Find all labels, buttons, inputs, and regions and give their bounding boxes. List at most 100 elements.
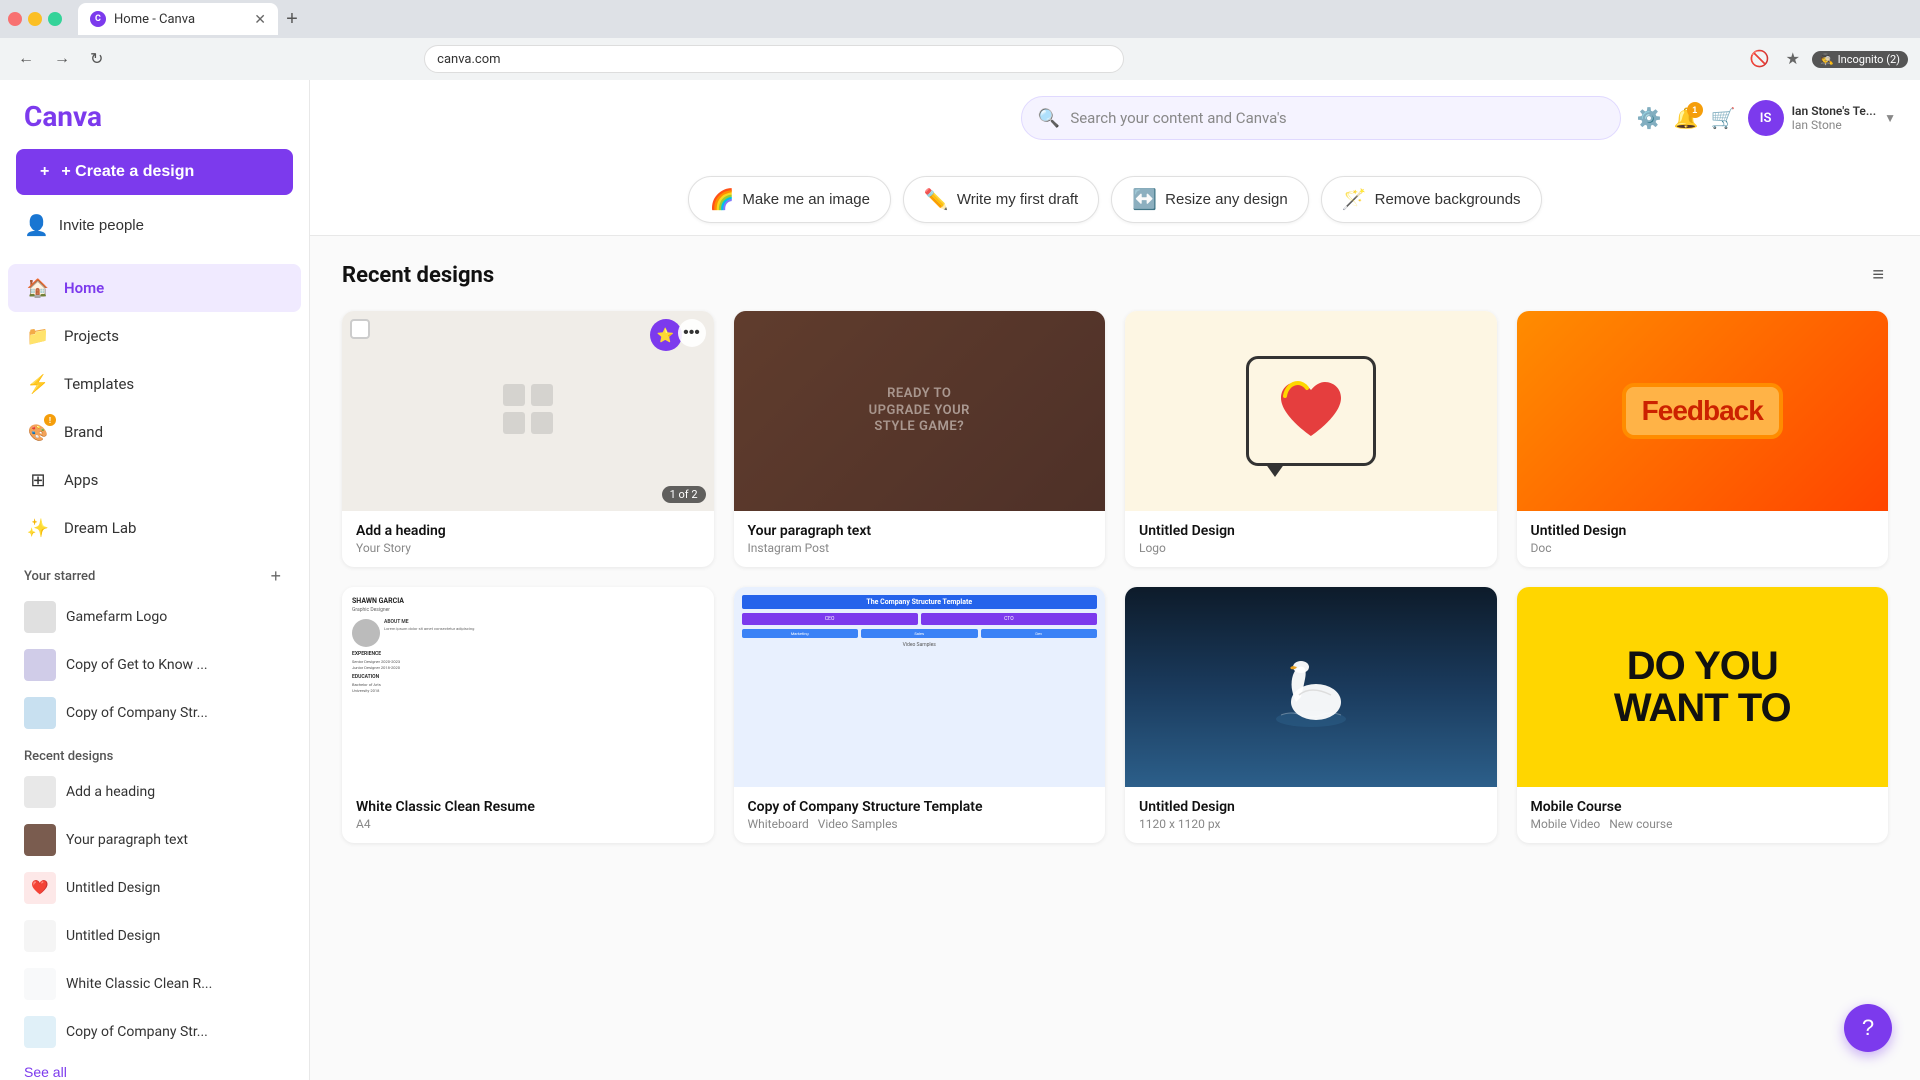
address-bar[interactable]: canva.com bbox=[424, 45, 1124, 73]
sidebar: Canva + + Create a design 👤 Invite peopl… bbox=[0, 80, 310, 1080]
heading-thumb bbox=[24, 776, 56, 808]
resize-pill-label: Resize any design bbox=[1165, 191, 1288, 208]
window-controls bbox=[8, 12, 62, 26]
search-bar[interactable]: 🔍 Search your content and Canva's bbox=[1021, 96, 1621, 140]
recent-item-heading[interactable]: Add a heading bbox=[8, 768, 301, 816]
title-bar: C Home - Canva ✕ + bbox=[0, 0, 1920, 38]
resume-thumb bbox=[24, 968, 56, 1000]
notifications-button[interactable]: 🔔 1 bbox=[1674, 106, 1699, 131]
recent-item-company2[interactable]: Copy of Company Str... bbox=[8, 1008, 301, 1056]
ai-pill-image[interactable]: 🌈 Make me an image bbox=[688, 176, 890, 223]
paragraph-thumb bbox=[24, 824, 56, 856]
bookmark-icon[interactable]: ★ bbox=[1782, 45, 1804, 73]
forward-button[interactable]: → bbox=[48, 46, 76, 72]
invite-label: Invite people bbox=[59, 217, 144, 234]
card-info: Untitled Design Logo bbox=[1125, 511, 1497, 567]
card-info: Copy of Company Structure Template White… bbox=[734, 787, 1106, 843]
create-design-button[interactable]: + + Create a design bbox=[16, 149, 293, 195]
shopping-cart-button[interactable]: 🛒 bbox=[1711, 106, 1736, 131]
design-card-whiteboard[interactable]: The Company Structure Template CEO CTO M… bbox=[734, 587, 1106, 843]
nav-bar: ← → ↻ canva.com 🚫 ★ 🕵 Incognito (2) bbox=[0, 38, 1920, 80]
sidebar-item-apps-label: Apps bbox=[64, 471, 98, 489]
heading-label: Add a heading bbox=[66, 784, 155, 800]
maximize-window-button[interactable] bbox=[48, 12, 62, 26]
recent-item-paragraph[interactable]: Your paragraph text bbox=[8, 816, 301, 864]
canva-logo[interactable]: Canva bbox=[0, 80, 309, 149]
starred-item-company[interactable]: Copy of Company Str... bbox=[8, 689, 301, 737]
tab-favicon: C bbox=[90, 11, 106, 27]
content-area: Recent designs ≡ ⭐ ••• bbox=[310, 236, 1920, 867]
feedback-thumb: Feedback bbox=[1517, 311, 1889, 511]
gamefarm-thumb bbox=[24, 601, 56, 633]
ai-pill-resize[interactable]: ↔️ Resize any design bbox=[1111, 176, 1308, 223]
sidebar-item-dreamlab[interactable]: ✨ Dream Lab bbox=[8, 504, 301, 552]
starred-item-gamefarm[interactable]: Gamefarm Logo bbox=[8, 593, 301, 641]
minimize-window-button[interactable] bbox=[28, 12, 42, 26]
header-top-row: 🔍 Search your content and Canva's ⚙️ 🔔 1… bbox=[334, 96, 1896, 152]
design-card-swan[interactable]: Untitled Design 1120 x 1120 px bbox=[1125, 587, 1497, 843]
design-card-logo[interactable]: Untitled Design Logo bbox=[1125, 311, 1497, 567]
starred-add-button[interactable]: + bbox=[266, 564, 285, 589]
user-name: Ian Stone's Te... bbox=[1792, 104, 1877, 118]
resize-pill-icon: ↔️ bbox=[1132, 187, 1157, 212]
card-meta: Doc bbox=[1531, 541, 1875, 555]
design-card-course[interactable]: DO YOUWANT TO Mobile Course Mobile Video… bbox=[1517, 587, 1889, 843]
help-button[interactable]: ? bbox=[1844, 1004, 1892, 1052]
close-window-button[interactable] bbox=[8, 12, 22, 26]
company-label: Copy of Company Str... bbox=[66, 705, 208, 721]
back-button[interactable]: ← bbox=[12, 46, 40, 72]
card-meta: Your Story bbox=[356, 541, 700, 555]
card-info: Untitled Design Doc bbox=[1517, 511, 1889, 567]
card-star-button[interactable]: ⭐ bbox=[650, 319, 682, 351]
sidebar-item-apps[interactable]: ⊞ Apps bbox=[8, 456, 301, 504]
card-select-checkbox[interactable] bbox=[350, 319, 370, 339]
card-title: Untitled Design bbox=[1139, 799, 1483, 815]
sidebar-item-home-label: Home bbox=[64, 279, 104, 297]
recent-item-untitled2[interactable]: Untitled Design bbox=[8, 912, 301, 960]
sidebar-item-templates[interactable]: ⚡ Templates bbox=[8, 360, 301, 408]
reload-button[interactable]: ↻ bbox=[84, 45, 109, 73]
see-all-button[interactable]: See all bbox=[24, 1060, 285, 1080]
logo-thumb bbox=[1125, 311, 1497, 511]
incognito-badge[interactable]: 🕵 Incognito (2) bbox=[1812, 51, 1908, 68]
card-title: Untitled Design bbox=[1531, 523, 1875, 539]
recent-item-untitled1[interactable]: ❤️ Untitled Design bbox=[8, 864, 301, 912]
active-tab[interactable]: C Home - Canva ✕ bbox=[78, 3, 278, 35]
top-header: 🔍 Search your content and Canva's ⚙️ 🔔 1… bbox=[310, 80, 1920, 236]
designs-grid: ⭐ ••• 1 of 2 Add a bbox=[342, 311, 1888, 843]
company2-thumb bbox=[24, 1016, 56, 1048]
sidebar-item-projects[interactable]: 📁 Projects bbox=[8, 312, 301, 360]
incognito-label: Incognito (2) bbox=[1838, 53, 1900, 66]
invite-icon: 👤 bbox=[24, 213, 49, 238]
design-card-story[interactable]: ⭐ ••• 1 of 2 Add a bbox=[342, 311, 714, 567]
settings-button[interactable]: ⚙️ bbox=[1637, 106, 1662, 131]
company-thumb bbox=[24, 697, 56, 729]
tab-bar: C Home - Canva ✕ + bbox=[78, 0, 306, 38]
page-indicator: 1 of 2 bbox=[662, 486, 706, 503]
card-more-button[interactable]: ••• bbox=[678, 319, 706, 347]
design-card-instagram[interactable]: READY TOUPGRADE YOURSTYLE GAME? Your par… bbox=[734, 311, 1106, 567]
camera-off-icon[interactable]: 🚫 bbox=[1746, 45, 1774, 73]
sidebar-item-templates-label: Templates bbox=[64, 375, 134, 393]
instagram-thumb: READY TOUPGRADE YOURSTYLE GAME? bbox=[734, 311, 1106, 511]
tab-close-button[interactable]: ✕ bbox=[254, 11, 266, 28]
recent-item-resume[interactable]: White Classic Clean R... bbox=[8, 960, 301, 1008]
apps-icon: ⊞ bbox=[24, 466, 52, 494]
design-card-feedback[interactable]: Feedback Untitled Design Doc bbox=[1517, 311, 1889, 567]
ai-pill-backgrounds[interactable]: 🪄 Remove backgrounds bbox=[1321, 176, 1542, 223]
backgrounds-pill-icon: 🪄 bbox=[1342, 187, 1367, 212]
sidebar-item-home[interactable]: 🏠 Home bbox=[8, 264, 301, 312]
user-profile[interactable]: IS Ian Stone's Te... Ian Stone ▼ bbox=[1748, 100, 1896, 136]
view-toggle-button[interactable]: ≡ bbox=[1868, 260, 1888, 291]
starred-item-gettoknow[interactable]: Copy of Get to Know ... bbox=[8, 641, 301, 689]
address-text: canva.com bbox=[437, 52, 500, 67]
new-tab-button[interactable]: + bbox=[278, 5, 306, 33]
sidebar-item-brand[interactable]: 🎨 ! Brand bbox=[8, 408, 301, 456]
invite-people-button[interactable]: 👤 Invite people bbox=[16, 203, 293, 248]
card-meta: 1120 x 1120 px bbox=[1139, 817, 1483, 831]
ai-pill-draft[interactable]: ✏️ Write my first draft bbox=[903, 176, 1099, 223]
design-card-resume[interactable]: SHAWN GARCIA Graphic Designer ABOUT ME L… bbox=[342, 587, 714, 843]
card-title: Copy of Company Structure Template bbox=[748, 799, 1092, 815]
browser-chrome: C Home - Canva ✕ + ← → ↻ canva.com 🚫 ★ 🕵… bbox=[0, 0, 1920, 80]
gamefarm-label: Gamefarm Logo bbox=[66, 609, 167, 625]
